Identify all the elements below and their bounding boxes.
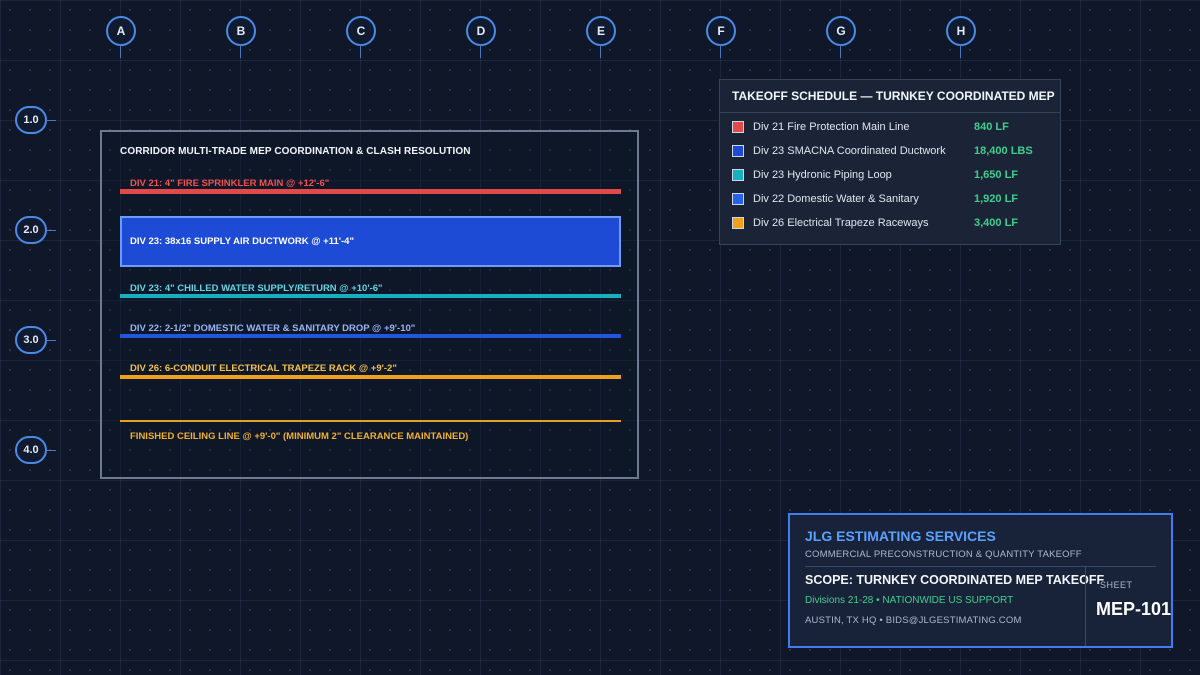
schedule-item-quantity: 3,400 LF [974, 217, 1019, 229]
schedule-item-label: Div 23 Hydronic Piping Loop [753, 169, 892, 181]
electrical-swatch [732, 217, 744, 229]
electrical-trapeze-label: DIV 26: 6-CONDUIT ELECTRICAL TRAPEZE RAC… [130, 363, 397, 374]
schedule-item-label: Div 22 Domestic Water & Sanitary [753, 193, 919, 205]
sheet-label: SHEET [1100, 580, 1133, 590]
grid-tick [360, 44, 361, 58]
grid-tick [120, 44, 121, 58]
grid-column-bubble-g: G [826, 16, 856, 46]
domestic-water-label: DIV 22: 2-1/2" DOMESTIC WATER & SANITARY… [130, 323, 416, 334]
section-title: CORRIDOR MULTI-TRADE MEP COORDINATION & … [120, 146, 471, 157]
finished-ceiling-line [120, 420, 621, 422]
schedule-row-domestic-water: Div 22 Domestic Water & Sanitary 1,920 L… [732, 190, 1018, 208]
schedule-item-label: Div 26 Electrical Trapeze Raceways [753, 217, 929, 229]
grid-column-bubble-e: E [586, 16, 616, 46]
schedule-item-quantity: 1,920 LF [974, 193, 1019, 205]
finished-ceiling-label: FINISHED CEILING LINE @ +9'-0" (MINIMUM … [130, 431, 469, 442]
schedule-row-hydronic-piping: Div 23 Hydronic Piping Loop 1,650 LF [732, 166, 1018, 184]
schedule-row-ductwork: Div 23 SMACNA Coordinated Ductwork 18,40… [732, 142, 1033, 160]
grid-tick [240, 44, 241, 58]
grid-row-bubble-1: 1.0 [15, 106, 47, 134]
hydronic-piping-swatch [732, 169, 744, 181]
ductwork-swatch [732, 145, 744, 157]
coordination-section-detail: CORRIDOR MULTI-TRADE MEP COORDINATION & … [100, 130, 639, 479]
scope-title: SCOPE: TURNKEY COORDINATED MEP TAKEOFF [805, 573, 1105, 587]
supply-air-duct-label: DIV 23: 38x16 SUPPLY AIR DUCTWORK @ +11'… [130, 236, 354, 247]
grid-tick [46, 450, 56, 451]
schedule-row-fire-protection: Div 21 Fire Protection Main Line 840 LF [732, 118, 1009, 136]
grid-tick [46, 230, 56, 231]
schedule-item-quantity: 840 LF [974, 121, 1009, 133]
grid-row-bubble-3: 3.0 [15, 326, 47, 354]
sheet-number: MEP-101 [1096, 599, 1172, 619]
grid-column-bubble-d: D [466, 16, 496, 46]
grid-tick [720, 44, 721, 58]
schedule-item-quantity: 18,400 LBS [974, 145, 1033, 157]
grid-row-bubble-4: 4.0 [15, 436, 47, 464]
electrical-trapeze-rack-line [120, 375, 621, 379]
grid-column-bubble-c: C [346, 16, 376, 46]
takeoff-schedule-title: TAKEOFF SCHEDULE — TURNKEY COORDINATED M… [720, 80, 1060, 113]
sheet-number-box: SHEET MEP-101 [1085, 567, 1172, 646]
grid-column-bubble-b: B [226, 16, 256, 46]
grid-tick [600, 44, 601, 58]
schedule-row-electrical: Div 26 Electrical Trapeze Raceways 3,400… [732, 214, 1018, 232]
company-tagline: COMMERCIAL PRECONSTRUCTION & QUANTITY TA… [805, 549, 1082, 560]
grid-tick [46, 340, 56, 341]
chilled-water-label: DIV 23: 4" CHILLED WATER SUPPLY/RETURN @… [130, 283, 383, 294]
takeoff-schedule-panel: TAKEOFF SCHEDULE — TURNKEY COORDINATED M… [719, 79, 1061, 245]
chilled-water-line [120, 294, 621, 298]
grid-column-bubble-a: A [106, 16, 136, 46]
drawing-title-block: JLG ESTIMATING SERVICES COMMERCIAL PRECO… [788, 513, 1173, 648]
schedule-item-label: Div 23 SMACNA Coordinated Ductwork [753, 145, 946, 157]
company-name: JLG ESTIMATING SERVICES [805, 528, 996, 544]
grid-column-bubble-f: F [706, 16, 736, 46]
schedule-item-quantity: 1,650 LF [974, 169, 1019, 181]
fire-sprinkler-main-line [120, 189, 621, 194]
grid-tick [46, 120, 56, 121]
grid-row-bubble-2: 2.0 [15, 216, 47, 244]
schedule-item-label: Div 21 Fire Protection Main Line [753, 121, 910, 133]
divisions-support-text: Divisions 21-28 • NATIONWIDE US SUPPORT [805, 595, 1014, 606]
domestic-water-line [120, 334, 621, 338]
fire-sprinkler-label: DIV 21: 4" FIRE SPRINKLER MAIN @ +12'-6" [130, 178, 330, 189]
domestic-water-swatch [732, 193, 744, 205]
contact-info: AUSTIN, TX HQ • BIDS@JLGESTIMATING.COM [805, 615, 1022, 626]
grid-tick [480, 44, 481, 58]
grid-tick [840, 44, 841, 58]
fire-protection-swatch [732, 121, 744, 133]
grid-tick [960, 44, 961, 58]
grid-column-bubble-h: H [946, 16, 976, 46]
supply-air-duct: DIV 23: 38x16 SUPPLY AIR DUCTWORK @ +11'… [120, 216, 621, 267]
